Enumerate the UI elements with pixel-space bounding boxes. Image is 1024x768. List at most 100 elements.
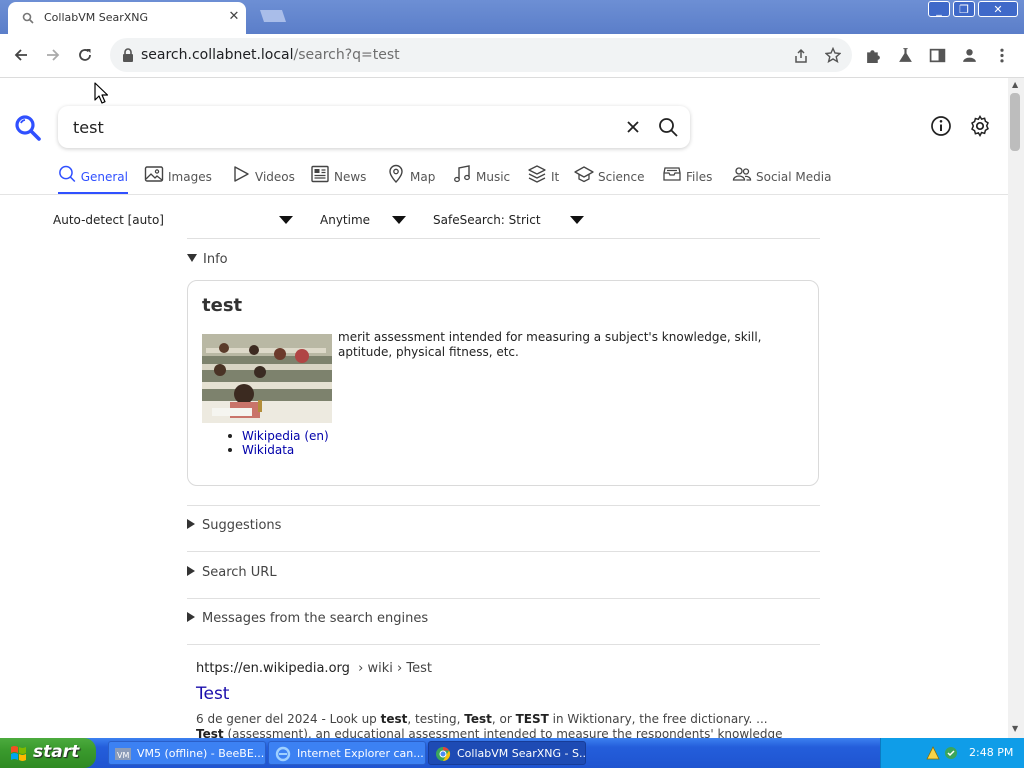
tab-news[interactable]: News	[310, 164, 366, 194]
tab-images-label: Images	[168, 170, 212, 184]
school-icon	[574, 166, 594, 183]
tab-title: CollabVM SearXNG	[44, 11, 149, 24]
music-note-icon	[454, 165, 470, 183]
divider	[187, 238, 820, 239]
tab-social-media-label: Social Media	[756, 170, 832, 184]
infobox: test merit assessment intended for measu…	[187, 280, 819, 486]
suggestions-toggle[interactable]: Suggestions	[187, 518, 281, 533]
newspaper-icon	[311, 165, 329, 183]
searxng-logo-icon[interactable]	[14, 114, 42, 142]
tab-files[interactable]: Files	[662, 164, 712, 194]
clear-search-icon[interactable]	[624, 118, 642, 136]
url-host: search.collabnet.local	[141, 47, 294, 63]
language-select[interactable]: Auto-detect [auto]	[53, 213, 164, 227]
info-label: Info	[203, 252, 228, 267]
scrollbar-thumb[interactable]	[1010, 93, 1020, 151]
tab-general[interactable]: General	[58, 164, 128, 194]
search-url-toggle[interactable]: Search URL	[187, 565, 277, 580]
browser-toolbar: search.collabnet.local/search?q=test	[0, 34, 1024, 78]
tab-close-icon[interactable]: ✕	[226, 9, 242, 25]
share-icon[interactable]	[793, 48, 809, 64]
internet-explorer-icon	[275, 746, 291, 762]
file-tray-icon	[663, 167, 681, 181]
link-wikipedia[interactable]: Wikipedia (en)	[228, 429, 329, 443]
time-range-dropdown-arrow-icon[interactable]	[392, 216, 406, 224]
minimize-button[interactable]: _	[928, 1, 950, 17]
forward-button[interactable]	[40, 42, 66, 68]
menu-kebab-icon[interactable]	[995, 47, 1009, 64]
safesearch-dropdown-arrow-icon[interactable]	[570, 216, 584, 224]
security-tray-icon[interactable]	[943, 745, 959, 761]
tab-map[interactable]: Map	[386, 164, 435, 194]
new-tab-icon[interactable]	[254, 8, 288, 24]
maximize-button[interactable]: ❐	[953, 1, 975, 17]
result-title-link[interactable]: Test	[196, 684, 229, 704]
info-toggle[interactable]: Info	[187, 252, 228, 267]
safesearch-select[interactable]: SafeSearch: Strict	[433, 213, 541, 227]
snippet-text: , or	[491, 712, 512, 726]
url-path: /search?q=test	[293, 47, 400, 63]
infobox-description: merit assessment intended for measuring …	[338, 330, 762, 359]
reload-button[interactable]	[72, 42, 98, 68]
search-submit-icon[interactable]	[658, 117, 678, 137]
language-dropdown-arrow-icon[interactable]	[279, 216, 293, 224]
tab-science[interactable]: Science	[574, 164, 645, 194]
tab-music[interactable]: Music	[452, 164, 510, 194]
about-info-icon[interactable]	[930, 115, 952, 137]
page-scrollbar[interactable]: ▲ ▼	[1008, 78, 1024, 738]
taskbar-item-searxng[interactable]: CollabVM SearXNG - S...	[428, 741, 586, 765]
reload-icon	[79, 49, 91, 61]
result-url-host: https://en.wikipedia.org	[196, 661, 350, 676]
back-button[interactable]	[8, 42, 34, 68]
result-breadcrumb: › wiki › Test	[358, 661, 432, 676]
tab-news-label: News	[334, 170, 367, 184]
scroll-up-arrow-icon[interactable]: ▲	[1012, 80, 1018, 89]
windows-taskbar: start VM VM5 (offline) - BeeBE... Intern…	[0, 738, 1024, 768]
extensions-puzzle-icon[interactable]	[865, 47, 882, 64]
taskbar-item-label: CollabVM SearXNG - S...	[457, 747, 586, 760]
map-pin-icon	[389, 164, 403, 184]
tab-music-label: Music	[476, 170, 511, 184]
tab-social-media[interactable]: Social Media	[732, 164, 831, 194]
engine-messages-toggle[interactable]: Messages from the search engines	[187, 611, 428, 626]
windows-logo-icon	[11, 746, 26, 761]
taskbar-item-internet-explorer[interactable]: Internet Explorer can...	[268, 741, 426, 765]
arrow-right-icon	[47, 49, 60, 61]
start-label: start	[33, 742, 80, 762]
profile-avatar-icon[interactable]	[961, 47, 978, 64]
bookmark-star-icon[interactable]	[825, 47, 841, 63]
time-range-select[interactable]: Anytime	[320, 213, 370, 227]
tab-map-label: Map	[410, 170, 436, 184]
divider	[187, 551, 820, 552]
labs-flask-icon[interactable]	[897, 47, 914, 64]
result-url[interactable]: https://en.wikipedia.org › wiki › Test	[196, 661, 432, 676]
infobox-title: test	[202, 295, 243, 316]
browser-tab[interactable]: CollabVM SearXNG ✕	[8, 2, 246, 34]
address-bar[interactable]: search.collabnet.local/search?q=test	[110, 38, 852, 72]
collapsed-triangle-icon	[187, 519, 195, 529]
close-window-button[interactable]: ✕	[978, 1, 1018, 17]
preferences-gear-icon[interactable]	[968, 114, 992, 138]
taskbar-item-label: VM5 (offline) - BeeBE...	[137, 747, 265, 760]
snippet-text: in Wiktionary, the free dictionary. ...	[552, 712, 768, 726]
arrow-left-icon	[14, 49, 27, 61]
collapsed-triangle-icon	[187, 566, 195, 576]
vm-app-icon: VM	[115, 748, 131, 760]
tab-videos[interactable]: Videos	[231, 164, 295, 194]
network-tray-icon[interactable]	[925, 745, 941, 761]
divider	[187, 598, 820, 599]
layers-icon	[528, 165, 546, 183]
tab-images[interactable]: Images	[144, 164, 212, 194]
lock-icon	[123, 48, 133, 62]
search-input[interactable]	[71, 117, 595, 138]
side-panel-icon[interactable]	[929, 47, 946, 64]
category-divider	[0, 194, 1008, 195]
searxng-favicon-icon	[22, 12, 34, 24]
search-url-label: Search URL	[202, 565, 277, 580]
mouse-cursor-icon	[94, 82, 108, 104]
scroll-down-arrow-icon[interactable]: ▼	[1012, 724, 1018, 733]
start-button[interactable]: start	[0, 738, 96, 768]
tab-it[interactable]: It	[527, 164, 559, 194]
link-wikidata[interactable]: Wikidata	[228, 443, 329, 457]
taskbar-item-vm5[interactable]: VM VM5 (offline) - BeeBE...	[108, 741, 266, 765]
